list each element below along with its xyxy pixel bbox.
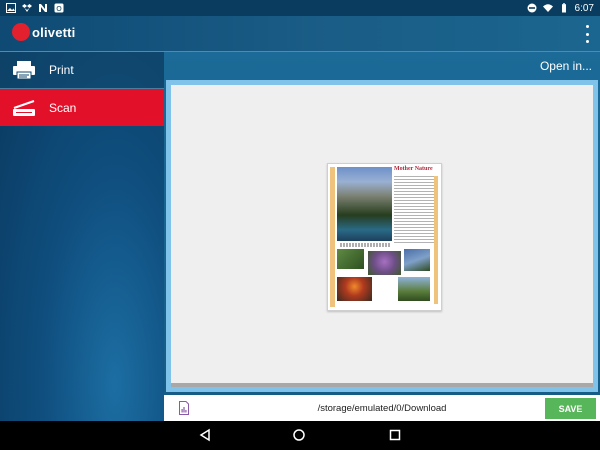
thumbnail-text-block [394, 176, 438, 244]
notification-icons: O [6, 3, 64, 13]
n-app-icon [39, 4, 47, 12]
thumbnail-photo [368, 251, 401, 275]
battery-icon [561, 3, 566, 13]
save-bar: /storage/emulated/0/Download SAVE [164, 395, 600, 421]
thumbnail-photo [404, 249, 430, 271]
thumbnail-photo [337, 277, 372, 301]
clock: 6:07 [574, 2, 594, 14]
sidebar: Print Scan [0, 52, 164, 421]
thumbnail-caption [340, 243, 390, 247]
sidebar-item-print[interactable]: Print [0, 52, 164, 89]
image-icon [6, 3, 16, 13]
back-icon[interactable] [198, 428, 212, 442]
save-path: /storage/emulated/0/Download [317, 403, 447, 414]
scanner-icon [11, 98, 37, 118]
thumbnail-side-band [330, 167, 335, 307]
logo-mark [12, 23, 30, 41]
main-panel: Open in... Mother Nature [164, 52, 600, 421]
sidebar-item-label: Scan [49, 100, 77, 115]
svg-text:O: O [56, 5, 62, 13]
olivetti-logo: olivetti [12, 23, 76, 41]
system-navigation-bar [0, 421, 600, 450]
wifi-icon [542, 4, 553, 12]
do-not-disturb-icon [527, 3, 537, 13]
home-icon[interactable] [292, 428, 306, 442]
system-icons: 6:07 [527, 3, 594, 14]
scan-preview-area: Mother Nature [171, 85, 593, 387]
recent-apps-icon[interactable] [388, 428, 402, 442]
app-notification-icon: O [54, 3, 64, 13]
thumbnail-photo [398, 277, 430, 301]
app-bar: olivetti [0, 16, 600, 52]
status-bar: O 6:07 [0, 0, 600, 16]
open-in-button[interactable]: Open in... [540, 59, 592, 73]
thumbnail-photo [337, 249, 364, 269]
logo-text: olivetti [32, 24, 76, 40]
thumbnail-title: Mother Nature [394, 166, 433, 172]
dropbox-icon [22, 4, 32, 12]
sidebar-item-scan[interactable]: Scan [0, 89, 164, 126]
overflow-menu-icon[interactable] [584, 25, 590, 43]
sidebar-item-label: Print [49, 63, 74, 77]
thumbnail-photo-main [337, 167, 392, 241]
scanned-page-thumbnail[interactable]: Mother Nature [327, 163, 442, 311]
printer-icon [11, 60, 37, 80]
thumbnail-side-band-right [434, 176, 438, 304]
save-button[interactable]: SAVE [545, 398, 596, 419]
scan-preview-frame: Mother Nature [166, 80, 598, 392]
